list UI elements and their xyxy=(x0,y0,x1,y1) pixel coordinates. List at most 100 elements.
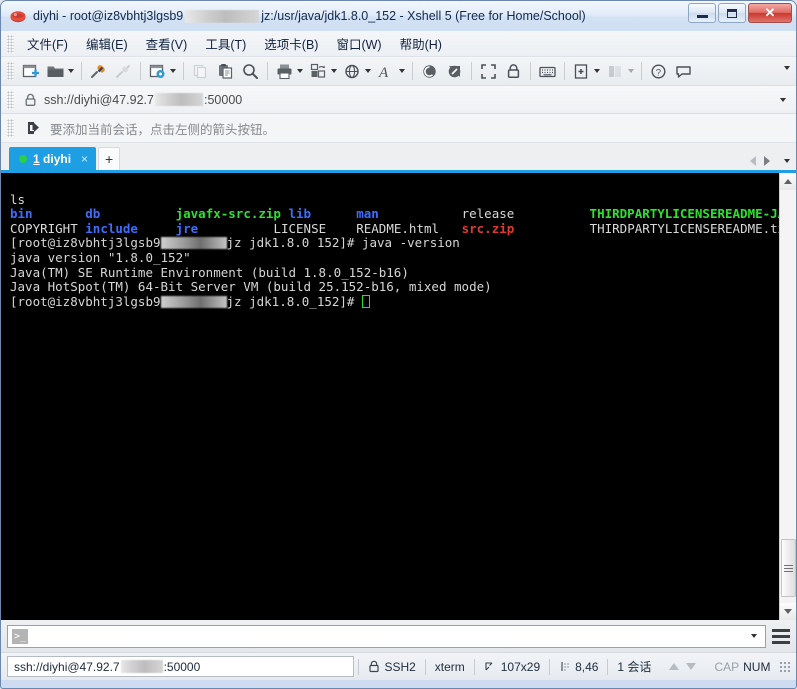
add-session-arrow-icon[interactable] xyxy=(26,120,42,136)
chevron-down-icon[interactable] xyxy=(331,69,337,73)
status-size: 107x29 xyxy=(475,657,549,677)
scroll-down-icon xyxy=(784,609,792,614)
status-protocol: SSH2 xyxy=(359,657,424,677)
copy-icon xyxy=(188,60,213,83)
command-history-dropdown-icon[interactable] xyxy=(751,634,757,638)
transfer-ftp-icon[interactable] xyxy=(442,60,467,83)
split-view-icon xyxy=(603,60,637,83)
menubar-grip[interactable] xyxy=(7,34,14,53)
command-bar-menu-icon[interactable] xyxy=(772,627,790,645)
tab-list-icon[interactable] xyxy=(784,159,790,163)
tab-next-icon[interactable] xyxy=(764,156,770,166)
address-input[interactable]: ssh://diyhi@47.92.7 :50000 xyxy=(18,89,777,111)
menu-tools[interactable]: 工具(T) xyxy=(196,31,255,56)
scroll-up-button[interactable] xyxy=(779,173,796,190)
lock-icon[interactable] xyxy=(501,60,526,83)
close-button[interactable]: ✕ xyxy=(748,3,792,23)
prompt-prefix: [root@iz8vbhtj3lgsb9 xyxy=(10,235,161,251)
svg-text:?: ? xyxy=(656,67,661,78)
session-properties-icon[interactable] xyxy=(145,60,179,83)
scrollbar-grip xyxy=(783,564,793,572)
keyboard-icon[interactable] xyxy=(535,60,560,83)
ls-entry: README.html xyxy=(356,220,440,236)
tab-name: diyhi xyxy=(43,151,72,166)
connect-icon[interactable] xyxy=(86,60,111,83)
open-folder-icon[interactable] xyxy=(43,60,77,83)
disconnect-icon xyxy=(111,60,136,83)
font-icon[interactable]: A xyxy=(374,60,408,83)
transfer-sftp-icon[interactable] xyxy=(417,60,442,83)
console-prompt-icon: >_ xyxy=(12,628,28,644)
tab-close-icon[interactable]: × xyxy=(81,152,88,166)
redacted-host-block xyxy=(160,295,227,308)
maximize-button[interactable] xyxy=(718,3,746,23)
ls-entry: src.zip xyxy=(461,220,515,236)
ls-entry: lib xyxy=(288,206,312,222)
help-icon[interactable]: ? xyxy=(646,60,671,83)
toolbar-overflow-icon[interactable] xyxy=(784,66,790,70)
address-bar: ssh://diyhi@47.92.7 :50000 xyxy=(1,86,796,114)
chevron-down-icon[interactable] xyxy=(297,69,303,73)
minimize-button[interactable] xyxy=(688,3,716,23)
toolbar-grip[interactable] xyxy=(7,62,14,80)
tab-diyhi[interactable]: 1 diyhi × xyxy=(9,147,97,170)
term-line-out1: java version "1.8.0_152" xyxy=(10,249,191,265)
status-protocol-label: SSH2 xyxy=(384,659,416,674)
paste-icon[interactable] xyxy=(213,60,238,83)
chat-icon[interactable] xyxy=(671,60,696,83)
globe-icon[interactable] xyxy=(340,60,374,83)
scrollbar-track[interactable] xyxy=(779,190,796,603)
cursor-position-icon xyxy=(561,662,569,671)
ls-entry: LICENSE xyxy=(273,220,327,236)
find-icon[interactable] xyxy=(238,60,263,83)
arrange-windows-icon[interactable] xyxy=(306,60,340,83)
tab-navigation xyxy=(750,156,790,166)
menu-tabs[interactable]: 选项卡(B) xyxy=(255,31,327,56)
toolbar-separator xyxy=(267,62,268,80)
prompt-suffix: jz jdk1.8.0_152]# xyxy=(226,293,355,309)
chevron-down-icon[interactable] xyxy=(594,69,600,73)
chevron-down-icon[interactable] xyxy=(365,69,371,73)
new-session-icon[interactable] xyxy=(18,60,43,83)
download-arrow-icon xyxy=(686,663,697,670)
fullscreen-icon[interactable] xyxy=(476,60,501,83)
address-dropdown-icon[interactable] xyxy=(780,97,786,102)
menu-view[interactable]: 查看(V) xyxy=(137,31,197,56)
maximize-glyph xyxy=(727,8,737,18)
addressbar-grip[interactable] xyxy=(7,90,14,109)
window-resize-grip[interactable] xyxy=(779,660,792,673)
terminal-output[interactable]: ls bin db javafx-src.zip lib man release… xyxy=(1,173,779,620)
menu-file[interactable]: 文件(F) xyxy=(18,31,77,56)
status-session-url: ssh://diyhi@47.92.7 :50000 xyxy=(7,656,355,677)
chevron-down-icon[interactable] xyxy=(170,69,176,73)
xshell-window: diyhi - root@iz8vbhtj3lgsb9 jz:/usr/java… xyxy=(0,0,797,689)
toolbar-separator xyxy=(641,62,642,80)
window-title-prefix: diyhi - root@iz8vbhtj3lgsb9 xyxy=(33,9,184,23)
redacted-host-block xyxy=(185,9,260,23)
ls-entry: man xyxy=(356,206,379,222)
chevron-down-icon[interactable] xyxy=(399,69,405,73)
chevron-down-icon[interactable] xyxy=(68,69,74,73)
noticebar-grip[interactable] xyxy=(7,119,14,137)
prompt-prefix: [root@iz8vbhtj3lgsb9 xyxy=(10,293,161,309)
term-line-prompt-1: [root@iz8vbhtj3lgsb9 jz jdk1.8.0 152]# ja… xyxy=(10,235,460,251)
term-line-ls-row1: bin db javafx-src.zip lib man release TH… xyxy=(10,206,779,221)
add-note-icon[interactable] xyxy=(569,60,603,83)
term-line-ls-row2: COPYRIGHT include jre LICENSE README.htm… xyxy=(10,221,779,236)
command-input[interactable]: >_ xyxy=(7,624,766,648)
menu-window[interactable]: 窗口(W) xyxy=(327,31,390,56)
menu-edit[interactable]: 编辑(E) xyxy=(77,31,137,56)
scroll-down-button[interactable] xyxy=(779,603,796,620)
menu-help[interactable]: 帮助(H) xyxy=(391,31,451,56)
terminal-scrollbar[interactable] xyxy=(779,173,796,620)
lock-icon xyxy=(369,660,380,673)
scrollbar-thumb[interactable] xyxy=(780,539,796,597)
new-tab-button[interactable]: + xyxy=(98,147,121,170)
address-url: ssh://diyhi@47.92.7 :50000 xyxy=(44,93,242,107)
status-transfer xyxy=(660,657,705,677)
redacted-host-block xyxy=(160,237,227,250)
toolbar-separator xyxy=(564,62,565,80)
print-icon[interactable] xyxy=(272,60,306,83)
terminal-cursor xyxy=(361,294,370,308)
title-bar[interactable]: diyhi - root@iz8vbhtj3lgsb9 jz:/usr/java… xyxy=(1,1,796,31)
